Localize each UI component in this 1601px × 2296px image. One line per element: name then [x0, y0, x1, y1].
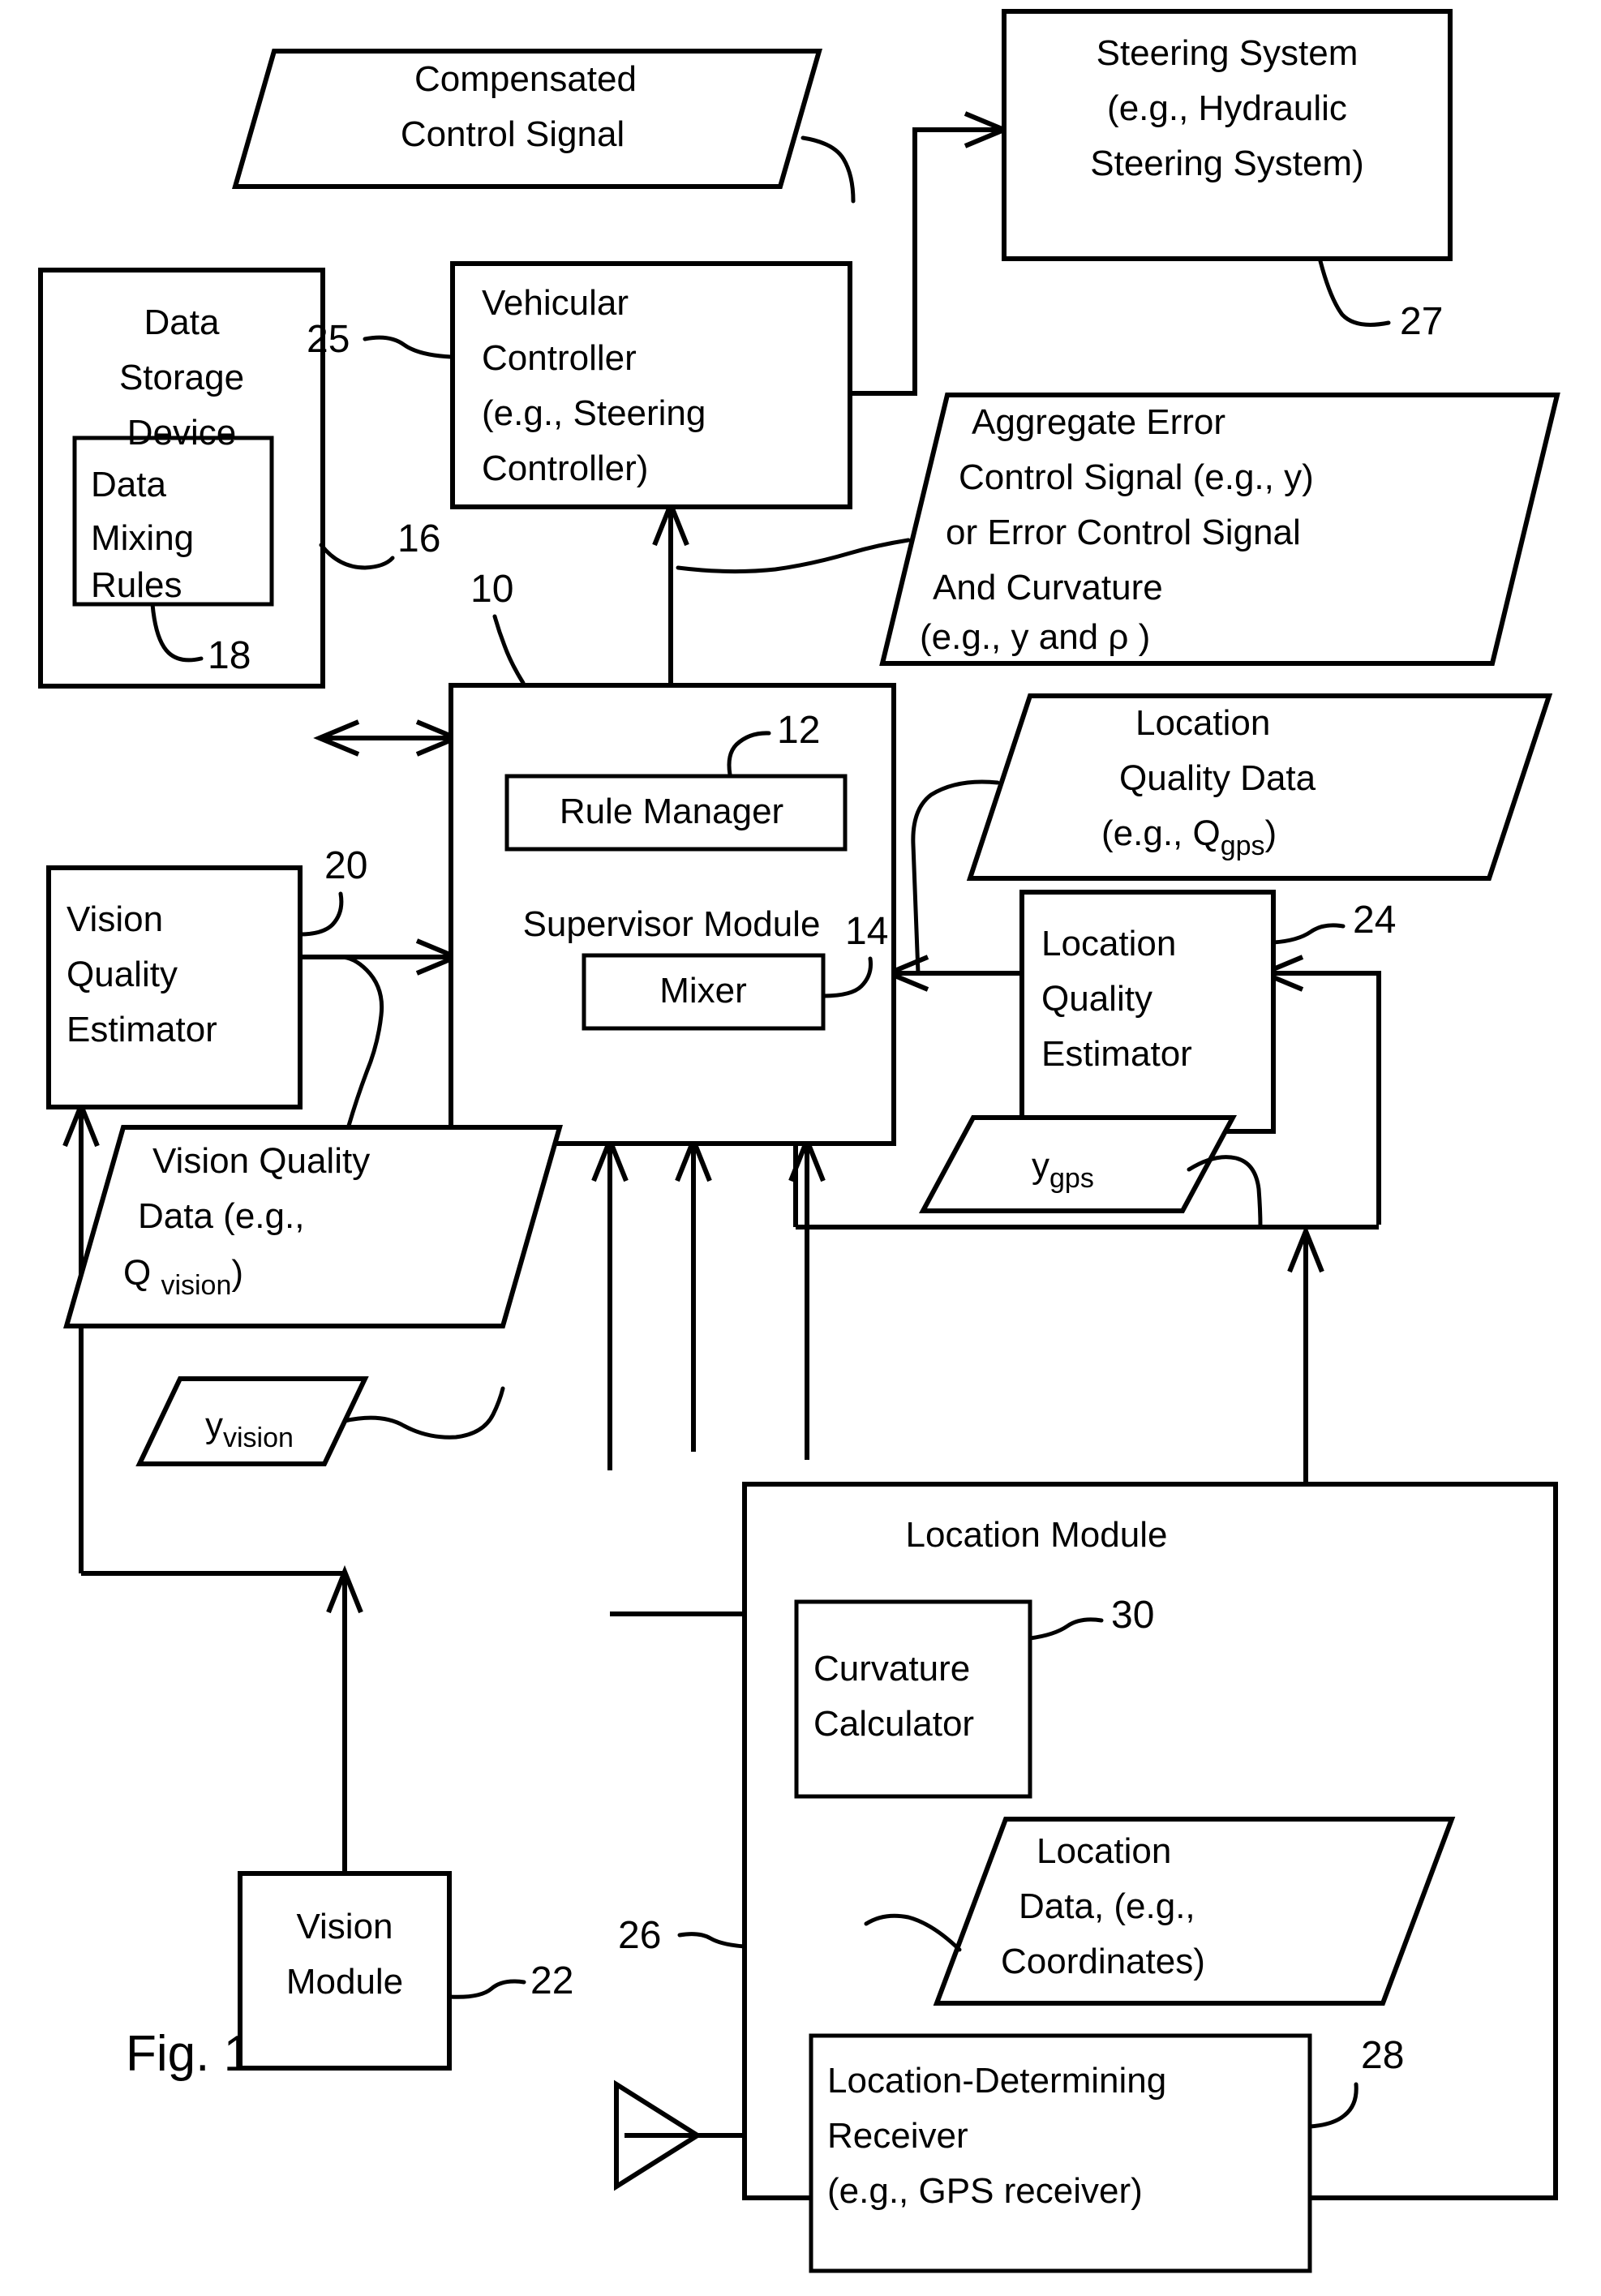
data-storage-device-line-2: Storage	[119, 358, 244, 397]
leader-10	[492, 614, 526, 685]
ref-14: 14	[845, 910, 888, 953]
data-mixing-rules-line-1: Data	[91, 465, 166, 504]
leader-26	[677, 1932, 747, 1949]
vision-module-line-2: Module	[286, 1962, 403, 2002]
location-quality-estimator-line-3: Estimator	[1041, 1034, 1192, 1074]
y-vision-symbol: y	[205, 1405, 223, 1445]
vision-quality-estimator-line-3: Estimator	[67, 1010, 217, 1049]
mixer-label: Mixer	[659, 971, 747, 1011]
leader-25	[363, 335, 453, 359]
ref-22: 22	[530, 1959, 573, 2002]
vqd-suffix: )	[231, 1253, 243, 1293]
leader-aggregate-signal	[676, 538, 911, 574]
y-gps-symbol: y	[1032, 1146, 1049, 1186]
aggregate-line-3: or Error Control Signal	[946, 513, 1301, 552]
curvature-calculator-line-1: Curvature	[813, 1649, 970, 1689]
ref-16: 16	[397, 517, 440, 560]
figure-caption: Fig. 1	[126, 2026, 251, 2082]
receiver-line-3: (e.g., GPS receiver)	[827, 2171, 1143, 2211]
steering-system-line-3: Steering System)	[1090, 144, 1363, 183]
rule-manager-label: Rule Manager	[560, 792, 783, 831]
supervisor-module-label: Supervisor Module	[523, 904, 821, 944]
location-quality-estimator-line-2: Quality	[1041, 979, 1152, 1019]
vehicular-controller-line-2: Controller	[482, 338, 637, 378]
aggregate-line-5: (e.g., y and ρ )	[920, 617, 1150, 657]
compensated-control-signal-line-1: Compensated	[414, 59, 637, 99]
ref-30: 30	[1111, 1594, 1154, 1637]
data-storage-device-line-3: Device	[127, 413, 237, 453]
wire-feedback-to-lqe	[1268, 971, 1381, 1225]
lqd-suffix: )	[1265, 813, 1277, 853]
vision-quality-estimator-line-1: Vision	[67, 899, 163, 939]
location-data-line-3: Coordinates)	[1001, 1942, 1205, 1981]
wire-controller-to-steering	[850, 127, 999, 396]
location-data-line-2: Data, (e.g.,	[1019, 1886, 1195, 1926]
location-quality-estimator-line-1: Location	[1041, 924, 1176, 963]
leader-27	[1318, 259, 1391, 327]
aggregate-line-1: Aggregate Error	[972, 402, 1225, 442]
leader-24	[1271, 923, 1346, 945]
vqd-prefix: Q	[123, 1253, 161, 1293]
y-gps-subscript: gps	[1049, 1163, 1094, 1194]
data-mixing-rules-line-3: Rules	[91, 565, 182, 605]
curvature-calculator-box[interactable]	[794, 1599, 1032, 1799]
leader-vision-quality-data	[338, 955, 384, 1128]
ref-26: 26	[618, 1914, 661, 1957]
leader-y-vision	[342, 1386, 505, 1440]
location-quality-data-line-1: Location	[1135, 703, 1270, 743]
ref-28: 28	[1361, 2034, 1404, 2077]
vehicular-controller-line-4: Controller)	[482, 448, 648, 488]
vehicular-controller-line-1: Vehicular	[482, 283, 629, 323]
y-vision-subscript: vision	[223, 1423, 294, 1453]
steering-system-line-2: (e.g., Hydraulic	[1107, 88, 1347, 128]
vision-module-line-1: Vision	[296, 1907, 393, 1946]
ref-10: 10	[470, 568, 513, 611]
patent-figure-page: 27 25 16 18 10 12 14 20 22 24 26 30 28 S…	[0, 0, 1601, 2296]
leader-compensated-signal	[800, 135, 856, 204]
curvature-calculator-line-2: Calculator	[813, 1704, 974, 1744]
leader-16	[319, 543, 395, 570]
aggregate-line-2: Control Signal (e.g., y)	[959, 457, 1314, 497]
location-module-label: Location Module	[906, 1515, 1168, 1555]
leader-20	[298, 891, 344, 937]
data-mixing-rules-line-2: Mixing	[91, 518, 194, 558]
ref-25: 25	[307, 318, 350, 361]
compensated-control-signal-line-2: Control Signal	[401, 114, 625, 154]
ref-18: 18	[208, 634, 251, 677]
ref-27: 27	[1400, 300, 1443, 343]
ref-20: 20	[324, 844, 367, 887]
receiver-line-2: Receiver	[827, 2116, 968, 2156]
vqd-subscript: vision	[161, 1270, 231, 1301]
aggregate-line-4: And Curvature	[933, 568, 1163, 607]
location-quality-data-line-2: Quality Data	[1119, 758, 1316, 798]
vision-quality-estimator-line-2: Quality	[67, 955, 178, 994]
vision-quality-data-line-2: Data (e.g.,	[138, 1196, 304, 1236]
block-diagram: 27 25 16 18 10 12 14 20 22 24 26 30 28 S…	[38, 9, 1560, 2273]
leader-22	[447, 1979, 526, 1999]
ref-24: 24	[1353, 899, 1396, 942]
steering-system-line-1: Steering System	[1097, 33, 1358, 73]
location-data-line-1: Location	[1037, 1831, 1171, 1871]
vehicular-controller-line-3: (e.g., Steering	[482, 393, 706, 433]
lqd-subscript: gps	[1221, 830, 1265, 861]
lqd-prefix: (e.g., Q	[1101, 813, 1221, 853]
receiver-line-1: Location-Determining	[827, 2061, 1166, 2101]
ref-12: 12	[777, 709, 820, 752]
vision-quality-data-line-1: Vision Quality	[152, 1141, 370, 1181]
data-storage-device-line-1: Data	[144, 303, 220, 342]
